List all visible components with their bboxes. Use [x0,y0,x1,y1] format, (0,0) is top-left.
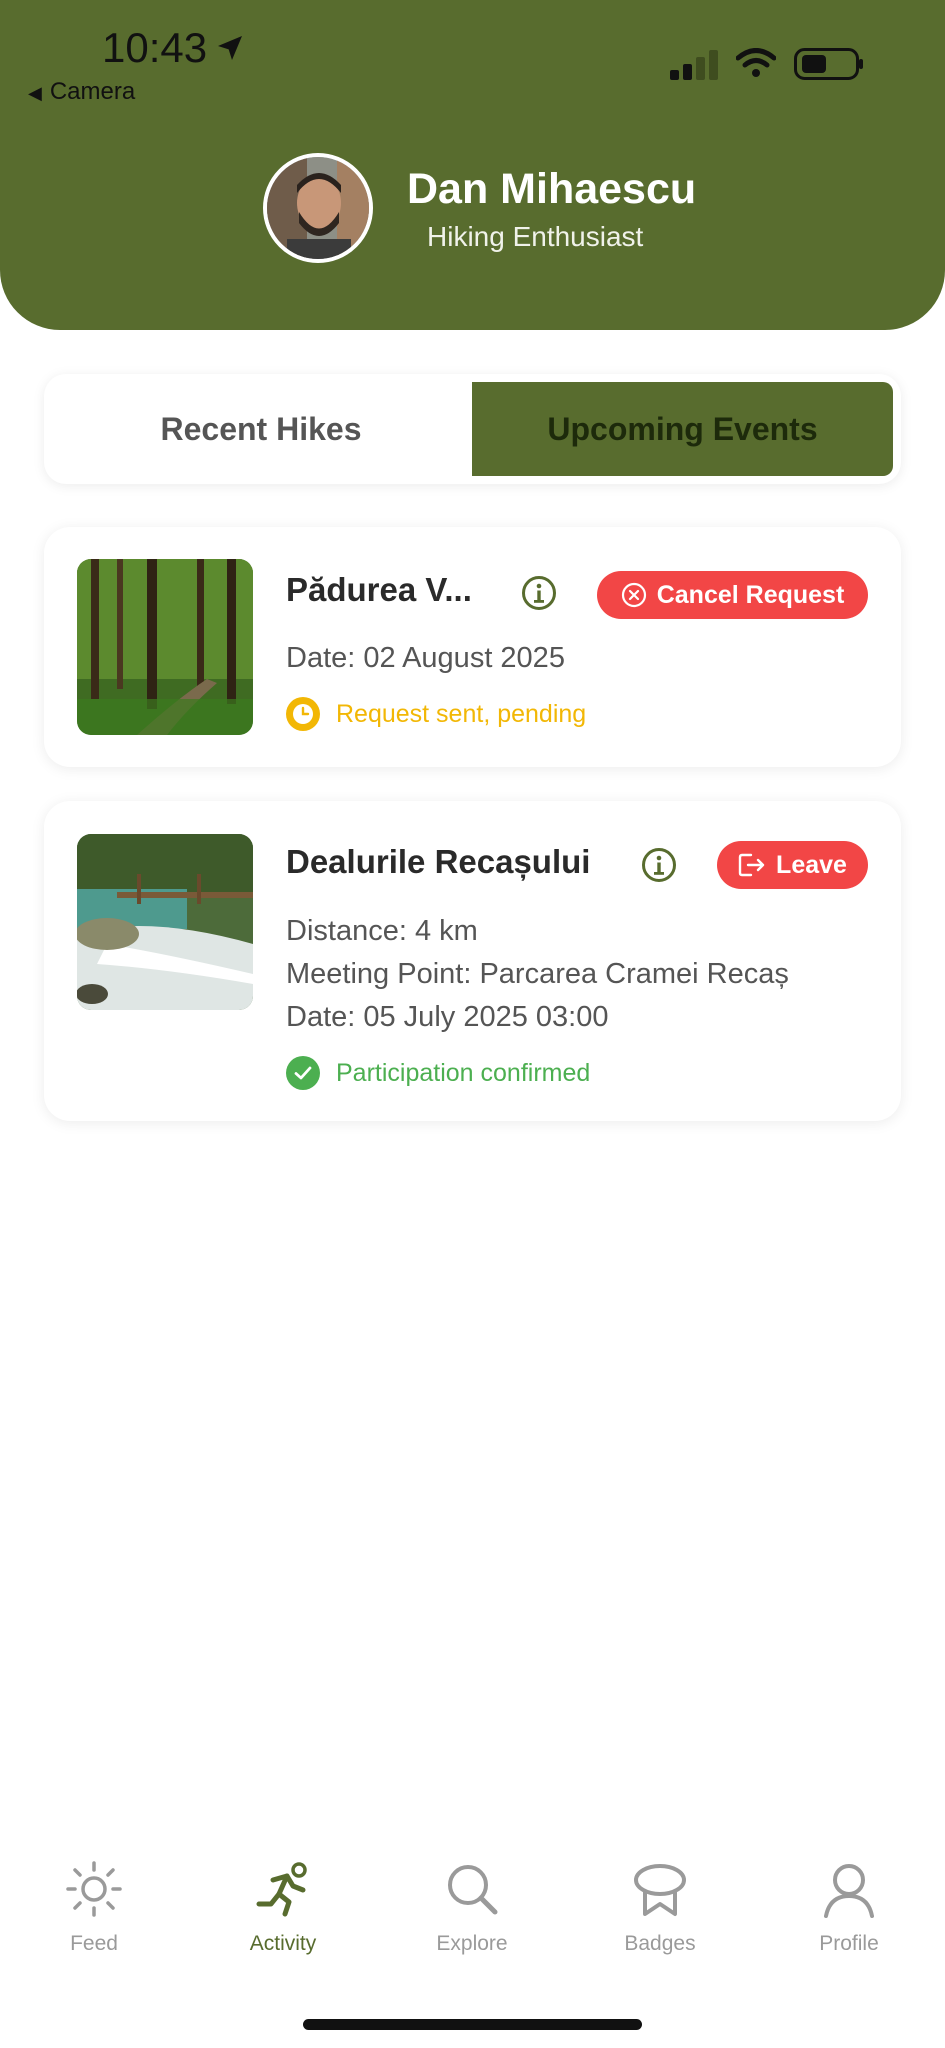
badge-icon [634,1864,686,1916]
nav-profile[interactable]: Profile [779,1860,919,1956]
event-meeting-point: Meeting Point: Parcarea Cramei Recaș [286,958,789,990]
status-confirmed: Participation confirmed [286,1056,590,1090]
event-distance: Distance: 4 km [286,915,478,947]
status-time: 10:43 [102,24,208,71]
battery-icon [794,48,863,80]
avatar-photo [267,157,369,259]
event-date: Date: 02 August 2025 [286,642,565,674]
event-card[interactable]: Pădurea V... Cancel Request Date: 02 Aug… [44,527,901,767]
cancel-request-button[interactable]: Cancel Request [597,571,868,619]
nav-feed[interactable]: Feed [24,1860,164,1956]
info-icon[interactable] [521,575,557,611]
home-indicator[interactable] [303,2019,642,2030]
back-to-app-link[interactable]: ◀ Camera [28,78,135,106]
tab-upcoming-events[interactable]: Upcoming Events [472,382,893,476]
nav-activity[interactable]: Activity [213,1860,353,1956]
nav-explore[interactable]: Explore [402,1860,542,1956]
running-icon [256,1862,307,1917]
nav-badges[interactable]: Badges [590,1860,730,1956]
tab-recent-hikes[interactable]: Recent Hikes [52,382,470,476]
sun-icon [66,1861,122,1917]
back-triangle-icon: ◀ [28,83,42,103]
wifi-icon [736,48,776,77]
profile-name: Dan Mihaescu [407,165,697,213]
exit-icon [738,853,765,877]
event-thumbnail [77,559,253,735]
user-icon [824,1864,874,1918]
search-icon [448,1865,498,1915]
cellular-signal-icon [670,50,718,80]
clock-icon [286,697,320,731]
bottom-nav: Feed Activity Explore Badges Profile [0,1860,945,1980]
location-arrow-icon [218,36,242,60]
cancel-circle-icon [621,582,646,608]
profile-header: 10:43 ◀ Camera Dan Mihaescu Hiking Enthus… [0,0,945,330]
event-title: Pădurea V... [286,571,472,608]
event-title: Dealurile Recașului [286,843,591,880]
avatar[interactable] [263,153,373,263]
event-card[interactable]: Dealurile Recașului Leave Distance: 4 km… [44,801,901,1121]
check-circle-icon [286,1056,320,1090]
event-thumbnail [77,834,253,1010]
status-pending: Request sent, pending [286,697,586,731]
event-date: Date: 05 July 2025 03:00 [286,1001,609,1033]
profile-subtitle: Hiking Enthusiast [427,221,644,252]
leave-button[interactable]: Leave [717,841,868,889]
tab-bar: Recent Hikes Upcoming Events [44,374,901,484]
info-icon[interactable] [641,847,677,883]
